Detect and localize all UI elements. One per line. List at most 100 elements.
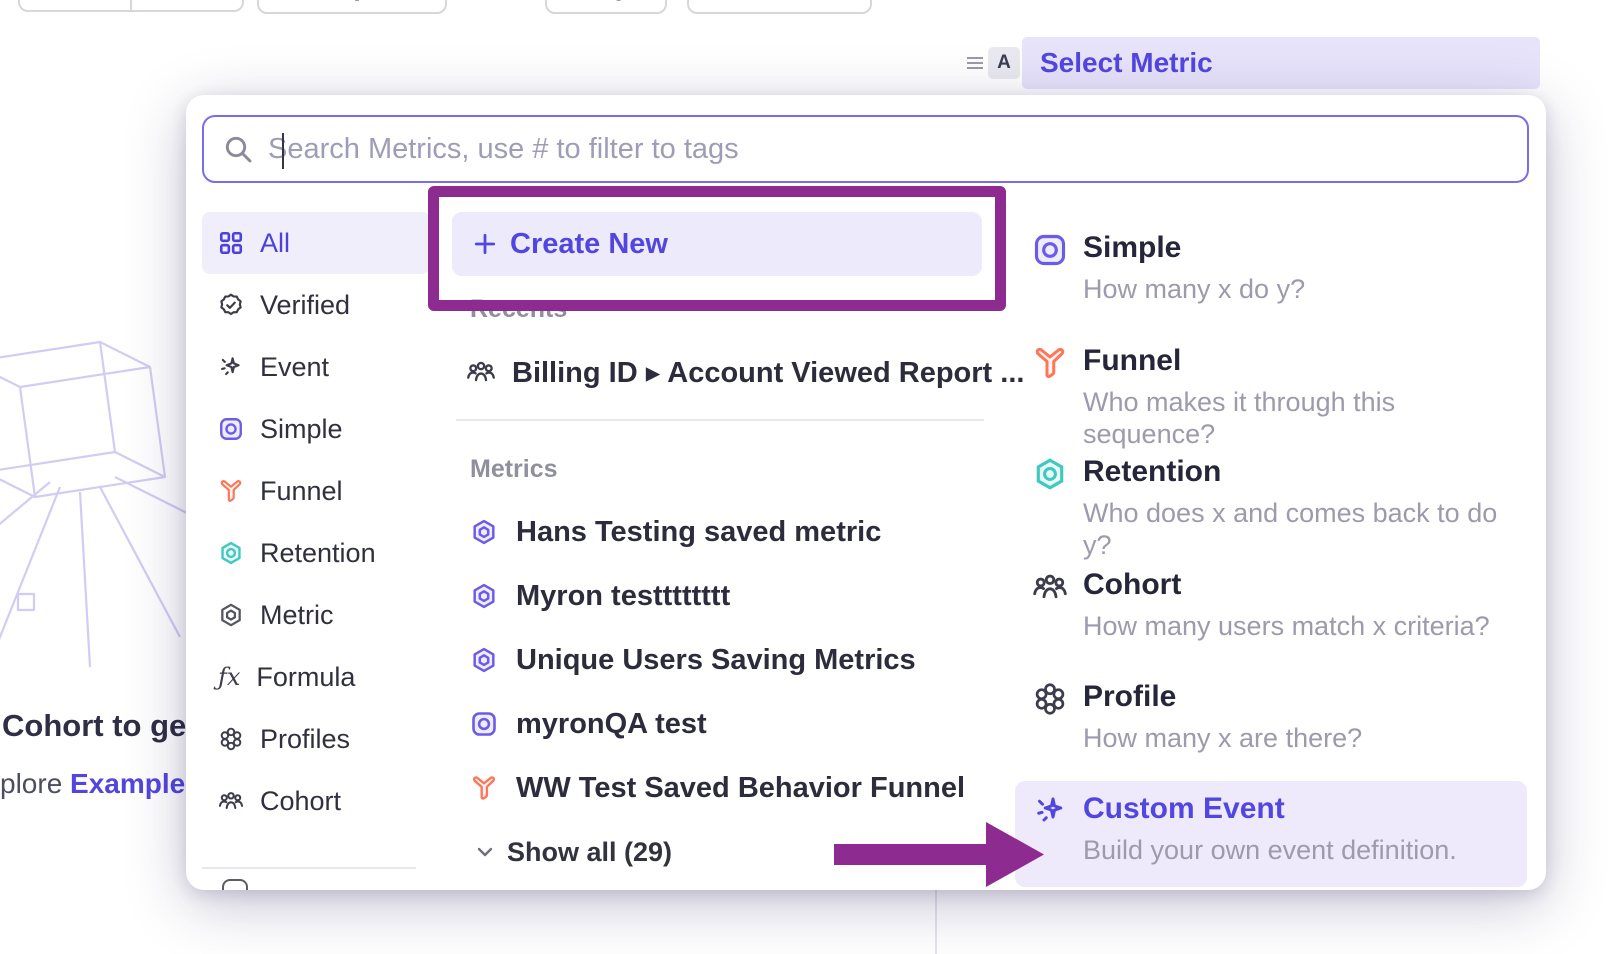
section-divider bbox=[456, 419, 984, 421]
retention-icon bbox=[218, 540, 244, 566]
metric-item-label: Myron testttttttt bbox=[516, 580, 730, 613]
sidebar-item-cohort[interactable]: Cohort bbox=[202, 770, 430, 832]
saved-metric-hexagon-icon bbox=[470, 646, 498, 674]
metric-item-label: Unique Users Saving Metrics bbox=[516, 644, 916, 677]
sidebar-item-metric[interactable]: Metric bbox=[202, 584, 430, 646]
metric-type-description: Build your own event definition. bbox=[1083, 834, 1457, 866]
metric-type-text: Profile How many x are there? bbox=[1083, 679, 1362, 775]
metrics-section-header: Metrics bbox=[470, 455, 558, 484]
simple-metric-icon bbox=[1032, 232, 1068, 268]
text-cursor bbox=[282, 133, 284, 169]
sidebar-item-simple[interactable]: Simple bbox=[202, 398, 430, 460]
metric-row-badge: A bbox=[988, 47, 1020, 79]
sidebar-item-label: All bbox=[260, 228, 290, 259]
list-item[interactable]: Myron testttttttt bbox=[470, 574, 965, 618]
recent-item-label: Billing ID ▸ Account Viewed Report ... bbox=[512, 355, 1024, 390]
sidebar-item-retention[interactable]: Retention bbox=[202, 522, 430, 584]
metric-type-text: Cohort How many users match x criteria? bbox=[1083, 567, 1490, 663]
list-item[interactable]: myronQA test bbox=[470, 702, 965, 746]
chart-type-button[interactable]: Line bbox=[687, 0, 872, 14]
chart-type-label: Line bbox=[771, 0, 824, 2]
metric-item-label: WW Test Saved Behavior Funnel bbox=[516, 772, 965, 805]
formula-fx-icon: ƒx bbox=[218, 663, 240, 691]
compare-label: Compare bbox=[296, 0, 409, 2]
metric-item-label: Hans Testing saved metric bbox=[516, 516, 881, 549]
show-all-label: Show all (29) bbox=[507, 837, 672, 868]
select-metric-label: Select Metric bbox=[1040, 47, 1213, 79]
metric-type-title: Cohort bbox=[1083, 567, 1490, 603]
metric-type-title: Profile bbox=[1083, 679, 1362, 715]
show-all-button[interactable]: Show all (29) bbox=[473, 830, 672, 874]
metric-type-text: Simple How many x do y? bbox=[1083, 230, 1305, 326]
funnel-icon bbox=[470, 774, 498, 802]
range-12m-label: 12M bbox=[50, 0, 101, 4]
sidebar-item-label: Event bbox=[260, 352, 329, 383]
sidebar-item-label: Metric bbox=[260, 600, 334, 631]
sidebar-item-verified[interactable]: Verified bbox=[202, 274, 430, 336]
granularity-label: Day bbox=[582, 0, 630, 2]
range-12m-button[interactable]: 12M bbox=[20, 0, 130, 10]
sidebar-item-label: Simple bbox=[260, 414, 343, 445]
saved-metrics-list: Hans Testing saved metric Myron testtttt… bbox=[470, 510, 965, 810]
range-ytd-button[interactable]: YTD bbox=[130, 0, 242, 10]
metric-type-title: Simple bbox=[1083, 230, 1305, 266]
granularity-button[interactable]: Day bbox=[545, 0, 667, 14]
simple-metric-icon bbox=[218, 416, 244, 442]
event-sparkle-icon bbox=[218, 354, 244, 380]
search-input[interactable] bbox=[254, 133, 1527, 166]
metric-type-title: Funnel bbox=[1083, 343, 1527, 379]
range-ytd-label: YTD bbox=[149, 0, 201, 4]
compare-button[interactable]: Compare bbox=[257, 0, 447, 14]
search-icon bbox=[222, 133, 254, 165]
saved-metric-hexagon-icon bbox=[470, 518, 498, 546]
sidebar-item-label: Profiles bbox=[260, 724, 350, 755]
metric-type-description: How many users match x criteria? bbox=[1083, 610, 1490, 642]
metric-type-description: Who makes it through this sequence? bbox=[1083, 386, 1527, 450]
sidebar-item-all[interactable]: All bbox=[202, 212, 430, 274]
list-item[interactable]: Unique Users Saving Metrics bbox=[470, 638, 965, 682]
funnel-icon bbox=[1032, 345, 1068, 381]
metric-hexagon-icon bbox=[218, 602, 244, 628]
profiles-flower-icon bbox=[218, 726, 244, 752]
custom-event-sparkle-icon bbox=[1032, 793, 1068, 829]
cohort-people-icon bbox=[218, 788, 244, 814]
metric-type-simple[interactable]: Simple How many x do y? bbox=[1015, 220, 1527, 326]
panel-divider bbox=[935, 888, 937, 954]
sidebar-item-formula[interactable]: ƒx Formula bbox=[202, 646, 430, 708]
recents-section-header: Recents bbox=[470, 295, 567, 324]
funnel-icon bbox=[218, 478, 244, 504]
metric-type-custom-event[interactable]: Custom Event Build your own event defini… bbox=[1015, 781, 1527, 887]
metric-type-description: Who does x and comes back to do y? bbox=[1083, 497, 1527, 561]
metric-type-funnel[interactable]: Funnel Who makes it through this sequenc… bbox=[1015, 333, 1527, 439]
create-new-label: Create New bbox=[510, 228, 668, 261]
time-range-segment: 12M YTD bbox=[18, 0, 244, 12]
recent-item[interactable]: Billing ID ▸ Account Viewed Report ... bbox=[466, 350, 1024, 394]
sidebar-item-event[interactable]: Event bbox=[202, 336, 430, 398]
verified-badge-icon bbox=[218, 292, 244, 318]
sidebar-item-label: Verified bbox=[260, 290, 350, 321]
metric-picker-dialog: All Verified Event Simple bbox=[186, 95, 1546, 890]
sidebar-item-funnel[interactable]: Funnel bbox=[202, 460, 430, 522]
sidebar-item-label: Cohort bbox=[260, 786, 341, 817]
list-item[interactable]: Hans Testing saved metric bbox=[470, 510, 965, 554]
create-new-button[interactable]: Create New bbox=[452, 212, 982, 276]
empty-state-subtitle: plore Example R bbox=[0, 768, 213, 800]
metric-type-profile[interactable]: Profile How many x are there? bbox=[1015, 669, 1527, 775]
drag-handle-icon[interactable] bbox=[963, 50, 987, 74]
sidebar-partial-item-icon bbox=[222, 879, 248, 890]
retention-icon bbox=[1032, 456, 1068, 492]
empty-state-title: Cohort to ge bbox=[2, 708, 186, 744]
metric-type-description: How many x are there? bbox=[1083, 722, 1362, 754]
metric-item-label: myronQA test bbox=[516, 708, 707, 741]
metric-type-retention[interactable]: Retention Who does x and comes back to d… bbox=[1015, 444, 1527, 550]
metric-type-title: Custom Event bbox=[1083, 791, 1457, 827]
search-field[interactable] bbox=[202, 115, 1529, 183]
metric-type-text: Custom Event Build your own event defini… bbox=[1083, 791, 1457, 887]
select-metric-field[interactable]: Select Metric bbox=[1022, 37, 1540, 89]
list-item[interactable]: WW Test Saved Behavior Funnel bbox=[470, 766, 965, 810]
metric-type-description: How many x do y? bbox=[1083, 273, 1305, 305]
metric-type-cohort[interactable]: Cohort How many users match x criteria? bbox=[1015, 557, 1527, 663]
plus-icon bbox=[472, 231, 498, 257]
metric-type-text: Retention Who does x and comes back to d… bbox=[1083, 454, 1527, 550]
sidebar-item-profiles[interactable]: Profiles bbox=[202, 708, 430, 770]
